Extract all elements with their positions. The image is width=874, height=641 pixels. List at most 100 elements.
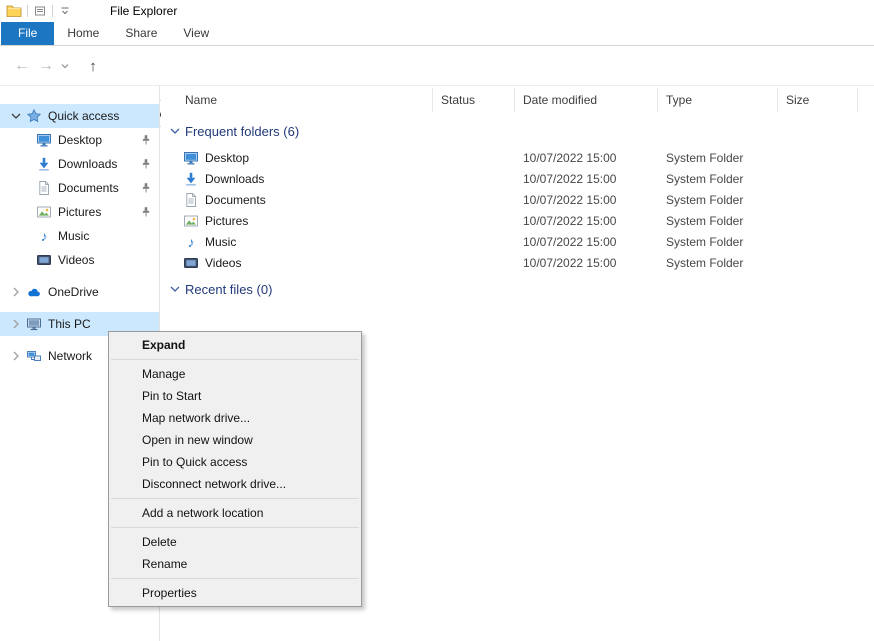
sidebar-item-label: Quick access (48, 109, 119, 123)
pin-icon (140, 182, 152, 194)
file-row-music[interactable]: ♪ Music 10/07/2022 15:00 System Folder (161, 231, 874, 252)
back-button[interactable]: ← (12, 47, 32, 85)
navigation-bar: ← → ↑ Quick access › (0, 47, 874, 86)
sidebar-item-videos[interactable]: Videos (0, 248, 159, 272)
group-header-recent-files[interactable]: Recent files (0) (161, 276, 874, 302)
file-type: System Folder (658, 151, 778, 165)
menu-item-pin-to-start[interactable]: Pin to Start (109, 385, 361, 407)
menu-item-properties[interactable]: Properties (109, 582, 361, 604)
pictures-icon (183, 213, 199, 229)
network-icon (26, 348, 42, 364)
chevron-down-icon[interactable] (8, 108, 24, 124)
tab-home[interactable]: Home (54, 22, 112, 45)
downloads-icon (36, 156, 52, 172)
file-name: Documents (205, 193, 266, 207)
file-date-modified: 10/07/2022 15:00 (515, 214, 658, 228)
menu-item-disconnect-network-drive[interactable]: Disconnect network drive... (109, 473, 361, 495)
file-name: Music (205, 235, 236, 249)
sidebar-item-label: Network (48, 349, 92, 363)
this-pc-monitor-icon (26, 316, 42, 332)
file-name: Videos (205, 256, 241, 270)
documents-icon (36, 180, 52, 196)
group-header-frequent-folders[interactable]: Frequent folders (6) (161, 118, 874, 144)
documents-icon (183, 192, 199, 208)
menu-item-expand[interactable]: Expand (109, 334, 361, 356)
chevron-right-icon[interactable] (8, 348, 24, 364)
up-button[interactable]: ↑ (82, 47, 104, 85)
file-type: System Folder (658, 235, 778, 249)
file-name: Desktop (205, 151, 249, 165)
sidebar-item-downloads[interactable]: Downloads (0, 152, 159, 176)
file-type: System Folder (658, 214, 778, 228)
pictures-icon (36, 204, 52, 220)
file-row-desktop[interactable]: Desktop 10/07/2022 15:00 System Folder (161, 147, 874, 168)
menu-item-manage[interactable]: Manage (109, 363, 361, 385)
sidebar-item-label: This PC (48, 317, 91, 331)
file-date-modified: 10/07/2022 15:00 (515, 151, 658, 165)
file-name: Pictures (205, 214, 248, 228)
file-type: System Folder (658, 193, 778, 207)
menu-item-open-in-new-window[interactable]: Open in new window (109, 429, 361, 451)
desktop-icon (183, 150, 199, 166)
chevron-down-icon[interactable] (167, 123, 183, 139)
videos-icon (183, 255, 199, 271)
column-headers: Name Status Date modified Type Size (161, 88, 874, 112)
context-menu: Expand Manage Pin to Start Map network d… (108, 331, 362, 607)
menu-item-map-network-drive[interactable]: Map network drive... (109, 407, 361, 429)
chevron-right-icon[interactable] (8, 316, 24, 332)
tab-file[interactable]: File (1, 22, 54, 45)
menu-item-rename[interactable]: Rename (109, 553, 361, 575)
forward-button[interactable]: → (36, 47, 56, 85)
file-name: Downloads (205, 172, 264, 186)
sidebar-item-label: Music (58, 229, 89, 243)
sidebar-item-documents[interactable]: Documents (0, 176, 159, 200)
column-header-date-modified[interactable]: Date modified (515, 88, 658, 112)
properties-icon[interactable] (33, 4, 47, 18)
sidebar-item-onedrive[interactable]: OneDrive (0, 280, 159, 304)
sidebar-item-label: Pictures (58, 205, 101, 219)
menu-item-pin-to-quick-access[interactable]: Pin to Quick access (109, 451, 361, 473)
column-header-type[interactable]: Type (658, 88, 778, 112)
file-row-videos[interactable]: Videos 10/07/2022 15:00 System Folder (161, 252, 874, 273)
customize-toolbar-chevron-icon[interactable] (58, 4, 72, 18)
pin-icon (140, 134, 152, 146)
column-header-size[interactable]: Size (778, 88, 858, 112)
file-date-modified: 10/07/2022 15:00 (515, 193, 658, 207)
column-header-name[interactable]: Name (161, 88, 433, 112)
menu-item-add-network-location[interactable]: Add a network location (109, 502, 361, 524)
menu-separator (111, 578, 359, 579)
file-row-pictures[interactable]: Pictures 10/07/2022 15:00 System Folder (161, 210, 874, 231)
quick-access-star-icon (26, 108, 42, 124)
sidebar-item-desktop[interactable]: Desktop (0, 128, 159, 152)
onedrive-cloud-icon (26, 284, 42, 300)
title-bar: File Explorer (0, 0, 874, 22)
recent-locations-chevron-icon[interactable] (58, 47, 72, 85)
window-title: File Explorer (110, 4, 177, 18)
music-icon: ♪ (36, 228, 52, 244)
sidebar-item-music[interactable]: ♪ Music (0, 224, 159, 248)
sidebar-item-label: Documents (58, 181, 119, 195)
desktop-icon (36, 132, 52, 148)
toolbar-separator (27, 5, 28, 17)
file-date-modified: 10/07/2022 15:00 (515, 172, 658, 186)
tab-share[interactable]: Share (112, 22, 170, 45)
group-header-label: Recent files (0) (185, 282, 272, 297)
file-row-documents[interactable]: Documents 10/07/2022 15:00 System Folder (161, 189, 874, 210)
sidebar-item-label: OneDrive (48, 285, 99, 299)
chevron-down-icon[interactable] (167, 281, 183, 297)
tab-view[interactable]: View (170, 22, 222, 45)
pin-icon (140, 206, 152, 218)
sidebar-item-pictures[interactable]: Pictures (0, 200, 159, 224)
menu-separator (111, 498, 359, 499)
sidebar-item-label: Videos (58, 253, 94, 267)
file-row-downloads[interactable]: Downloads 10/07/2022 15:00 System Folder (161, 168, 874, 189)
chevron-right-icon[interactable] (8, 284, 24, 300)
videos-icon (36, 252, 52, 268)
pin-icon (140, 158, 152, 170)
menu-item-delete[interactable]: Delete (109, 531, 361, 553)
sidebar-item-quick-access[interactable]: Quick access (0, 104, 159, 128)
column-header-status[interactable]: Status (433, 88, 515, 112)
file-rows: Desktop 10/07/2022 15:00 System Folder D… (161, 147, 874, 273)
ribbon-tab-strip: File Home Share View (0, 22, 874, 46)
music-icon: ♪ (183, 234, 199, 250)
